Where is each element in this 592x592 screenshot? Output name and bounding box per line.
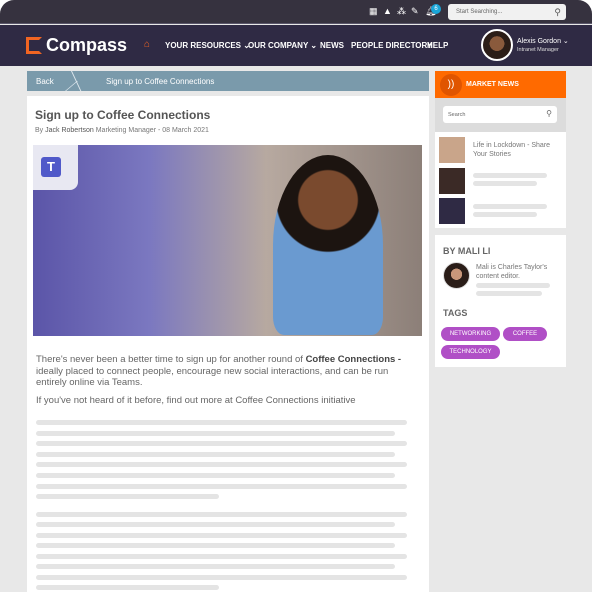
skeleton-line xyxy=(36,543,395,548)
back-link[interactable]: Back xyxy=(36,77,54,86)
market-news-title: MARKET NEWS xyxy=(466,81,519,88)
teams-icon: T xyxy=(41,157,61,177)
skeleton-line xyxy=(36,494,219,499)
user-role: Intranet Manager xyxy=(517,47,559,53)
skeleton-line xyxy=(36,441,407,446)
skeleton-line xyxy=(36,564,395,569)
skeleton-line xyxy=(36,512,407,517)
nav-help[interactable]: HELP xyxy=(427,41,448,50)
author-heading: BY MALI LI xyxy=(443,246,491,256)
skeleton-line xyxy=(36,484,407,489)
nav-news[interactable]: NEWS xyxy=(320,41,344,50)
home-icon[interactable]: ⌂ xyxy=(144,39,150,50)
logo[interactable]: Compass xyxy=(26,35,127,56)
global-search-input[interactable]: Start Searching... ⚲ xyxy=(448,4,566,20)
breadcrumb: Back Sign up to Coffee Connections xyxy=(27,71,429,91)
author-bio: Mali is Charles Taylor's content editor. xyxy=(476,264,548,280)
logo-mark xyxy=(26,37,42,54)
news-thumbnail[interactable] xyxy=(439,137,465,163)
teams-badge: T xyxy=(33,145,78,190)
article-intro: There's never been a better time to sign… xyxy=(36,354,402,388)
author-link[interactable]: Jack Robertson xyxy=(45,127,94,134)
skeleton-line xyxy=(473,181,537,186)
news-thumbnail[interactable] xyxy=(439,168,465,194)
skeleton-line xyxy=(36,431,395,436)
tag-networking[interactable]: NETWORKING xyxy=(441,327,500,341)
tag-technology[interactable]: TECHNOLOGY xyxy=(441,345,500,359)
skeleton-line xyxy=(36,554,407,559)
skeleton-line xyxy=(476,291,542,296)
search-icon[interactable]: ⚲ xyxy=(554,7,561,18)
user-name[interactable]: Alexis Gordon ⌄ xyxy=(517,37,569,45)
article-paragraph: If you've not heard of it before, find o… xyxy=(36,395,356,406)
skeleton-line xyxy=(473,212,537,217)
top-bar: ▦ ▲ ⁂ ✎ 🔔︎ 6 Start Searching...⚲ xyxy=(0,0,592,24)
breadcrumb-current: Sign up to Coffee Connections xyxy=(106,77,215,86)
skeleton-line xyxy=(36,473,395,478)
search-placeholder: Start Searching... xyxy=(456,9,503,15)
skeleton-line xyxy=(36,575,407,580)
app-frame: ▦ ▲ ⁂ ✎ 🔔︎ 6 Start Searching...⚲ Compass… xyxy=(0,0,592,592)
article-byline: By Jack Robertson Marketing Manager - 08… xyxy=(35,127,209,134)
nav-people-directory[interactable]: PEOPLE DIRECTORY xyxy=(351,41,432,50)
search-icon[interactable]: ⚲ xyxy=(546,109,552,118)
news-item-title[interactable]: Life in Lockdown - Share Your Stories xyxy=(473,141,563,159)
org-chart-icon[interactable]: ⁂ xyxy=(397,7,406,16)
skeleton-line xyxy=(36,462,407,467)
market-news-panel: )) MARKET NEWS Search ⚲ Life in Lockdown -… xyxy=(435,71,566,228)
main-nav: Compass ⌂ YOUR RESOURCES ⌄ OUR COMPANY ⌄… xyxy=(0,25,592,66)
skeleton-line xyxy=(476,283,550,288)
author-avatar[interactable] xyxy=(443,262,470,289)
article-title: Sign up to Coffee Connections xyxy=(35,108,211,122)
charles-taylor-logo[interactable] xyxy=(439,198,465,224)
tags-heading: TAGS xyxy=(443,308,468,318)
news-search-input[interactable]: Search ⚲ xyxy=(443,106,557,123)
logo-text: Compass xyxy=(46,35,128,55)
skeleton-line xyxy=(473,173,547,178)
skeleton-line xyxy=(36,585,219,590)
skeleton-line xyxy=(36,420,407,425)
edit-icon[interactable]: ✎ xyxy=(411,7,419,16)
tag-coffee[interactable]: COFFEE xyxy=(503,327,547,341)
skeleton-line xyxy=(473,204,547,209)
windows-icon[interactable]: ▦ xyxy=(369,7,378,16)
hero-image: T xyxy=(33,145,422,336)
rss-icon: )) xyxy=(440,74,462,96)
woman-with-coffee-image xyxy=(273,155,383,335)
skeleton-line xyxy=(36,452,395,457)
author-tags-panel: BY MALI LI Mali is Charles Taylor's cont… xyxy=(435,235,566,367)
user-avatar[interactable] xyxy=(481,29,513,61)
nav-our-company[interactable]: OUR COMPANY ⌄ xyxy=(248,41,317,50)
nav-your-resources[interactable]: YOUR RESOURCES ⌄ xyxy=(165,41,250,50)
user-icon[interactable]: ▲ xyxy=(383,7,392,16)
skeleton-line xyxy=(36,533,407,538)
notification-badge: 6 xyxy=(431,4,441,14)
skeleton-line xyxy=(36,522,395,527)
article-card: Sign up to Coffee Connections By Jack Ro… xyxy=(27,96,429,592)
